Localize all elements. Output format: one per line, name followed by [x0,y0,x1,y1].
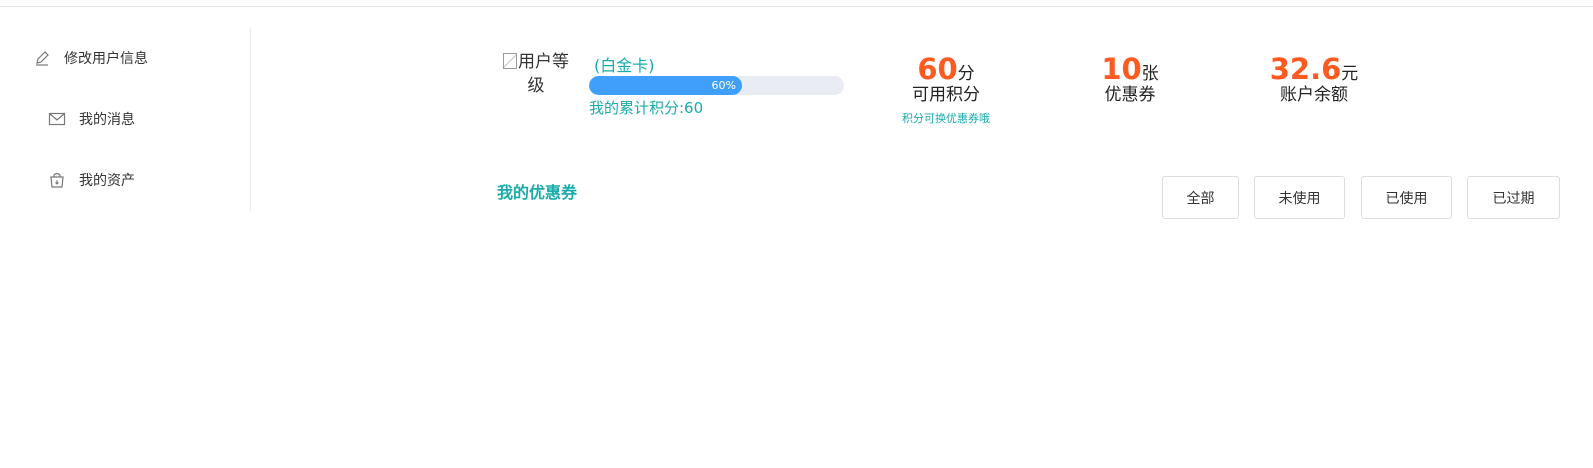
stat-label: 优惠券 [1104,85,1156,105]
stat-value: 32.6 [1269,52,1342,86]
stat-hint: 积分可换优惠券哦 [902,112,990,125]
stat-label: 账户余额 [1280,85,1348,105]
sidebar-item-label: 修改用户信息 [64,51,148,67]
broken-image-icon [503,53,517,69]
filter-used-button[interactable]: 已使用 [1361,176,1452,219]
bag-icon [47,170,67,190]
filter-unused-button[interactable]: 未使用 [1254,176,1345,219]
points-progress-label: 60% [711,79,736,92]
filter-all-button[interactable]: 全部 [1162,176,1239,219]
stat-value: 60 [917,52,958,86]
sidebar: 修改用户信息 我的消息 我的资产 [0,28,251,211]
card-level-name: (白金卡) [594,56,655,75]
stat-label: 可用积分 [912,85,980,105]
stat-account-balance: 32.6元 账户余额 [1264,52,1364,106]
envelope-icon [47,109,67,129]
sidebar-item-label: 我的消息 [79,112,135,128]
stat-value: 10 [1101,52,1142,86]
top-divider [0,6,1593,7]
stat-unit: 张 [1141,64,1159,84]
sidebar-item-label: 我的资产 [79,173,135,189]
sidebar-item-messages[interactable]: 我的消息 [47,109,135,129]
sidebar-item-assets[interactable]: 我的资产 [47,170,135,190]
stat-available-points: 60分 可用积分 积分可换优惠券哦 [898,52,994,126]
stat-coupons: 10张 优惠券 [1090,52,1170,106]
stat-unit: 元 [1341,64,1359,84]
coupon-section-title: 我的优惠券 [497,183,578,202]
points-progress-bar: 60% [589,76,844,95]
user-level-image: 用户等级 [497,50,575,98]
user-level-alt-text: 用户等级 [518,52,569,96]
total-points: 我的累计积分:60 [589,99,704,117]
pencil-icon [32,48,52,68]
points-progress-fill: 60% [589,76,742,95]
filter-expired-button[interactable]: 已过期 [1467,176,1560,219]
stat-unit: 分 [957,64,975,84]
sidebar-item-edit-profile[interactable]: 修改用户信息 [32,48,148,68]
